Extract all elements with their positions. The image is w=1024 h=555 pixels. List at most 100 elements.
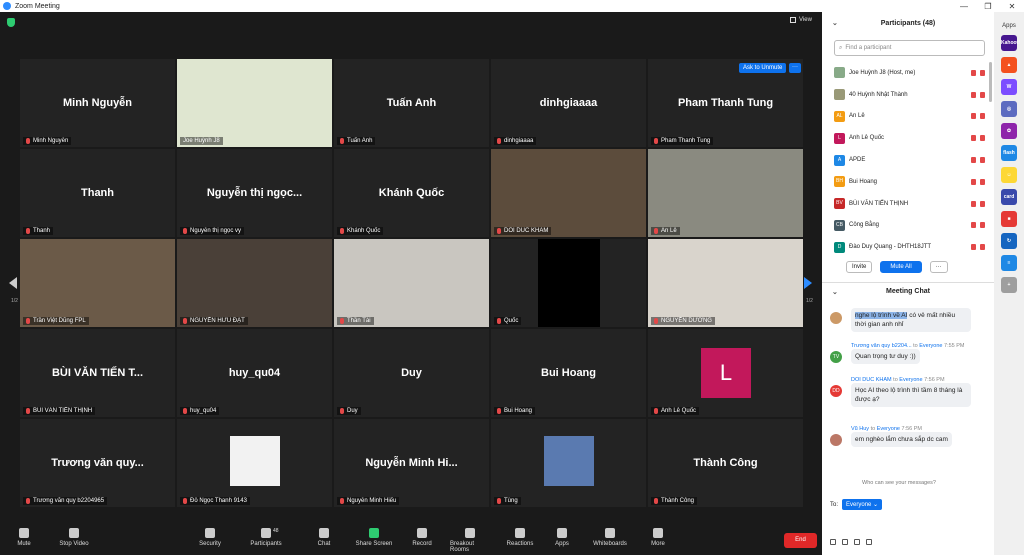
- participant-name: Joe Huỳnh J8 (Host, me): [849, 69, 916, 76]
- invite-button[interactable]: Invite: [846, 261, 873, 273]
- participant-row[interactable]: Joe Huỳnh J8 (Host, me): [834, 62, 989, 84]
- participant-row[interactable]: BV BÙI VĂN TIẾN THỊNH: [834, 193, 989, 215]
- participant-display-name: Pham Thanh Tung: [677, 97, 774, 109]
- app-icon[interactable]: +: [1001, 277, 1017, 293]
- app-icon[interactable]: ☺: [1001, 167, 1017, 183]
- participant-name-label: Bui Hoang: [494, 407, 536, 415]
- participant-search-input[interactable]: ⌕ Find a participant: [834, 40, 985, 56]
- tile-more-button[interactable]: ···: [789, 63, 801, 73]
- format-icon[interactable]: [830, 539, 836, 545]
- participant-name-label: Nguyễn Minh Hiếu: [337, 497, 400, 505]
- participant-name-label: Nguyễn thị ngọc vy: [180, 227, 245, 235]
- collapse-participants-icon[interactable]: ⌄: [832, 19, 838, 27]
- app-icon[interactable]: card: [1001, 189, 1017, 205]
- file-icon[interactable]: [842, 539, 848, 545]
- video-tile[interactable]: Quốc: [491, 239, 646, 327]
- toolbar-mute-button[interactable]: Mute: [4, 528, 44, 547]
- participant-row[interactable]: CB Công Bằng: [834, 215, 989, 237]
- restore-button[interactable]: ❐: [976, 2, 1000, 11]
- app-icon[interactable]: ↻: [1001, 233, 1017, 249]
- participant-name-label: Joe Huỳnh J8: [180, 137, 223, 145]
- toolbar-apps-button[interactable]: Apps: [542, 528, 582, 547]
- app-icon[interactable]: ◎: [1001, 101, 1017, 117]
- collapse-chat-icon[interactable]: ⌄: [832, 288, 838, 296]
- participant-row[interactable]: 40 Huỳnh Nhật Thành: [834, 84, 989, 106]
- view-button[interactable]: View: [790, 17, 812, 23]
- next-page-arrow-icon[interactable]: [804, 277, 812, 289]
- mic-muted-icon: [971, 200, 976, 207]
- participant-name-label: An Lê: [651, 227, 680, 235]
- end-meeting-button[interactable]: End: [784, 533, 817, 548]
- participant-name-label: Thành Công: [651, 497, 698, 505]
- video-tile[interactable]: Tùng: [491, 419, 646, 507]
- video-tile[interactable]: Thanh Thanh: [20, 149, 175, 237]
- participant-row[interactable]: A APDE: [834, 149, 989, 171]
- video-tile[interactable]: BÙI VĂN TIẾN T... BÙI VĂN TIẾN THỊNH: [20, 329, 175, 417]
- screenshot-icon[interactable]: [854, 539, 860, 545]
- participant-name: Thành Công: [661, 498, 695, 504]
- page-indicator-right: 1/2: [806, 298, 813, 304]
- minimize-button[interactable]: —: [952, 2, 976, 11]
- app-icon[interactable]: ≡: [1001, 255, 1017, 271]
- video-tile[interactable]: NGUYỄN DƯƠNG: [648, 239, 803, 327]
- mute-all-button[interactable]: Mute All: [880, 261, 922, 273]
- grid-view-icon: [790, 17, 796, 23]
- video-tile[interactable]: Trương văn quy... Trương văn quy b2204965: [20, 419, 175, 507]
- video-tile[interactable]: dinhgiaaaa dinhgiaaaa: [491, 59, 646, 147]
- avatar: DD: [830, 385, 842, 397]
- message-bubble: em nghèo lắm chưa sắp dc cam: [851, 432, 952, 448]
- participant-row[interactable]: BH Bui Hoang: [834, 171, 989, 193]
- video-tile[interactable]: Thần Tài: [334, 239, 489, 327]
- app-icon[interactable]: flash: [1001, 145, 1017, 161]
- toolbar-breakout-rooms-button[interactable]: Breakout Rooms: [450, 528, 490, 553]
- toolbar-participants-button[interactable]: Participants 48: [246, 528, 286, 547]
- participant-display-name: huy_qu04: [228, 367, 281, 379]
- participant-row[interactable]: D Đào Duy Quang - DHTH18JTT: [834, 236, 989, 258]
- video-tile[interactable]: Nguyễn Minh Hi... Nguyễn Minh Hiếu: [334, 419, 489, 507]
- toolbar-share-screen-button[interactable]: Share Screen: [354, 528, 394, 547]
- video-tile[interactable]: L Anh Lê Quốc: [648, 329, 803, 417]
- video-tile[interactable]: Bui Hoang Bui Hoang: [491, 329, 646, 417]
- chat-message: nghe lộ trình về AI có vẻ mất nhiều thời…: [830, 308, 990, 333]
- video-tile[interactable]: An Lê: [648, 149, 803, 237]
- video-tile[interactable]: Tuấn Anh Tuấn Anh: [334, 59, 489, 147]
- app-icon[interactable]: Kahoot!: [1001, 35, 1020, 51]
- avatar: AL: [834, 110, 845, 122]
- toolbar-reactions-button[interactable]: Reactions: [500, 528, 540, 547]
- video-tile[interactable]: DOI DUC KHAM: [491, 149, 646, 237]
- video-tile[interactable]: Minh Nguyễn Minh Nguyễn: [20, 59, 175, 147]
- video-tile[interactable]: Joe Huỳnh J8: [177, 59, 332, 147]
- participant-scrollbar[interactable]: [989, 62, 992, 102]
- video-tile[interactable]: huy_qu04 huy_qu04: [177, 329, 332, 417]
- toolbar-security-button[interactable]: Security: [190, 528, 230, 547]
- video-tile[interactable]: Thành Công Thành Công: [648, 419, 803, 507]
- toolbar-whiteboards-button[interactable]: Whiteboards: [590, 528, 630, 547]
- previous-page-arrow-icon[interactable]: [9, 277, 17, 289]
- app-icon[interactable]: ▲: [1001, 57, 1017, 73]
- participant-row[interactable]: L Anh Lê Quốc: [834, 127, 989, 149]
- video-tile[interactable]: Duy Duy: [334, 329, 489, 417]
- participant-name: Anh Lê Quốc: [849, 135, 885, 142]
- participants-more-button[interactable]: ···: [929, 261, 948, 273]
- recipient-dropdown[interactable]: Everyone ⌄: [842, 499, 883, 510]
- video-tile[interactable]: Đỗ Ngọc Thanh 9143: [177, 419, 332, 507]
- toolbar-chat-button[interactable]: Chat: [304, 528, 344, 547]
- who-can-see-link[interactable]: Who can see your messages?: [862, 480, 936, 486]
- video-tile[interactable]: Trần Việt Dũng FPL: [20, 239, 175, 327]
- video-tile[interactable]: NGUYỄN HỮU ĐẠT: [177, 239, 332, 327]
- video-tile[interactable]: Nguyễn thị ngọc... Nguyễn thị ngọc vy: [177, 149, 332, 237]
- avatar: CB: [834, 219, 845, 231]
- emoji-icon[interactable]: [866, 539, 872, 545]
- close-button[interactable]: ✕: [1000, 2, 1024, 11]
- app-icon[interactable]: ✿: [1001, 123, 1017, 139]
- zoom-window: Zoom Meeting — ❐ ✕ View 1/2 1/2 Minh Ngu…: [0, 0, 1024, 555]
- ask-to-unmute-button[interactable]: Ask to Unmute: [739, 63, 787, 73]
- video-tile[interactable]: Khánh Quốc Khánh Quốc: [334, 149, 489, 237]
- participant-row[interactable]: AL An Lê: [834, 106, 989, 128]
- toolbar-record-button[interactable]: Record: [402, 528, 442, 547]
- app-icon[interactable]: W: [1001, 79, 1017, 95]
- record-icon: [417, 528, 427, 538]
- app-icon[interactable]: ■: [1001, 211, 1017, 227]
- toolbar-more-button[interactable]: More: [638, 528, 678, 547]
- toolbar-stop-video-button[interactable]: Stop Video: [54, 528, 94, 547]
